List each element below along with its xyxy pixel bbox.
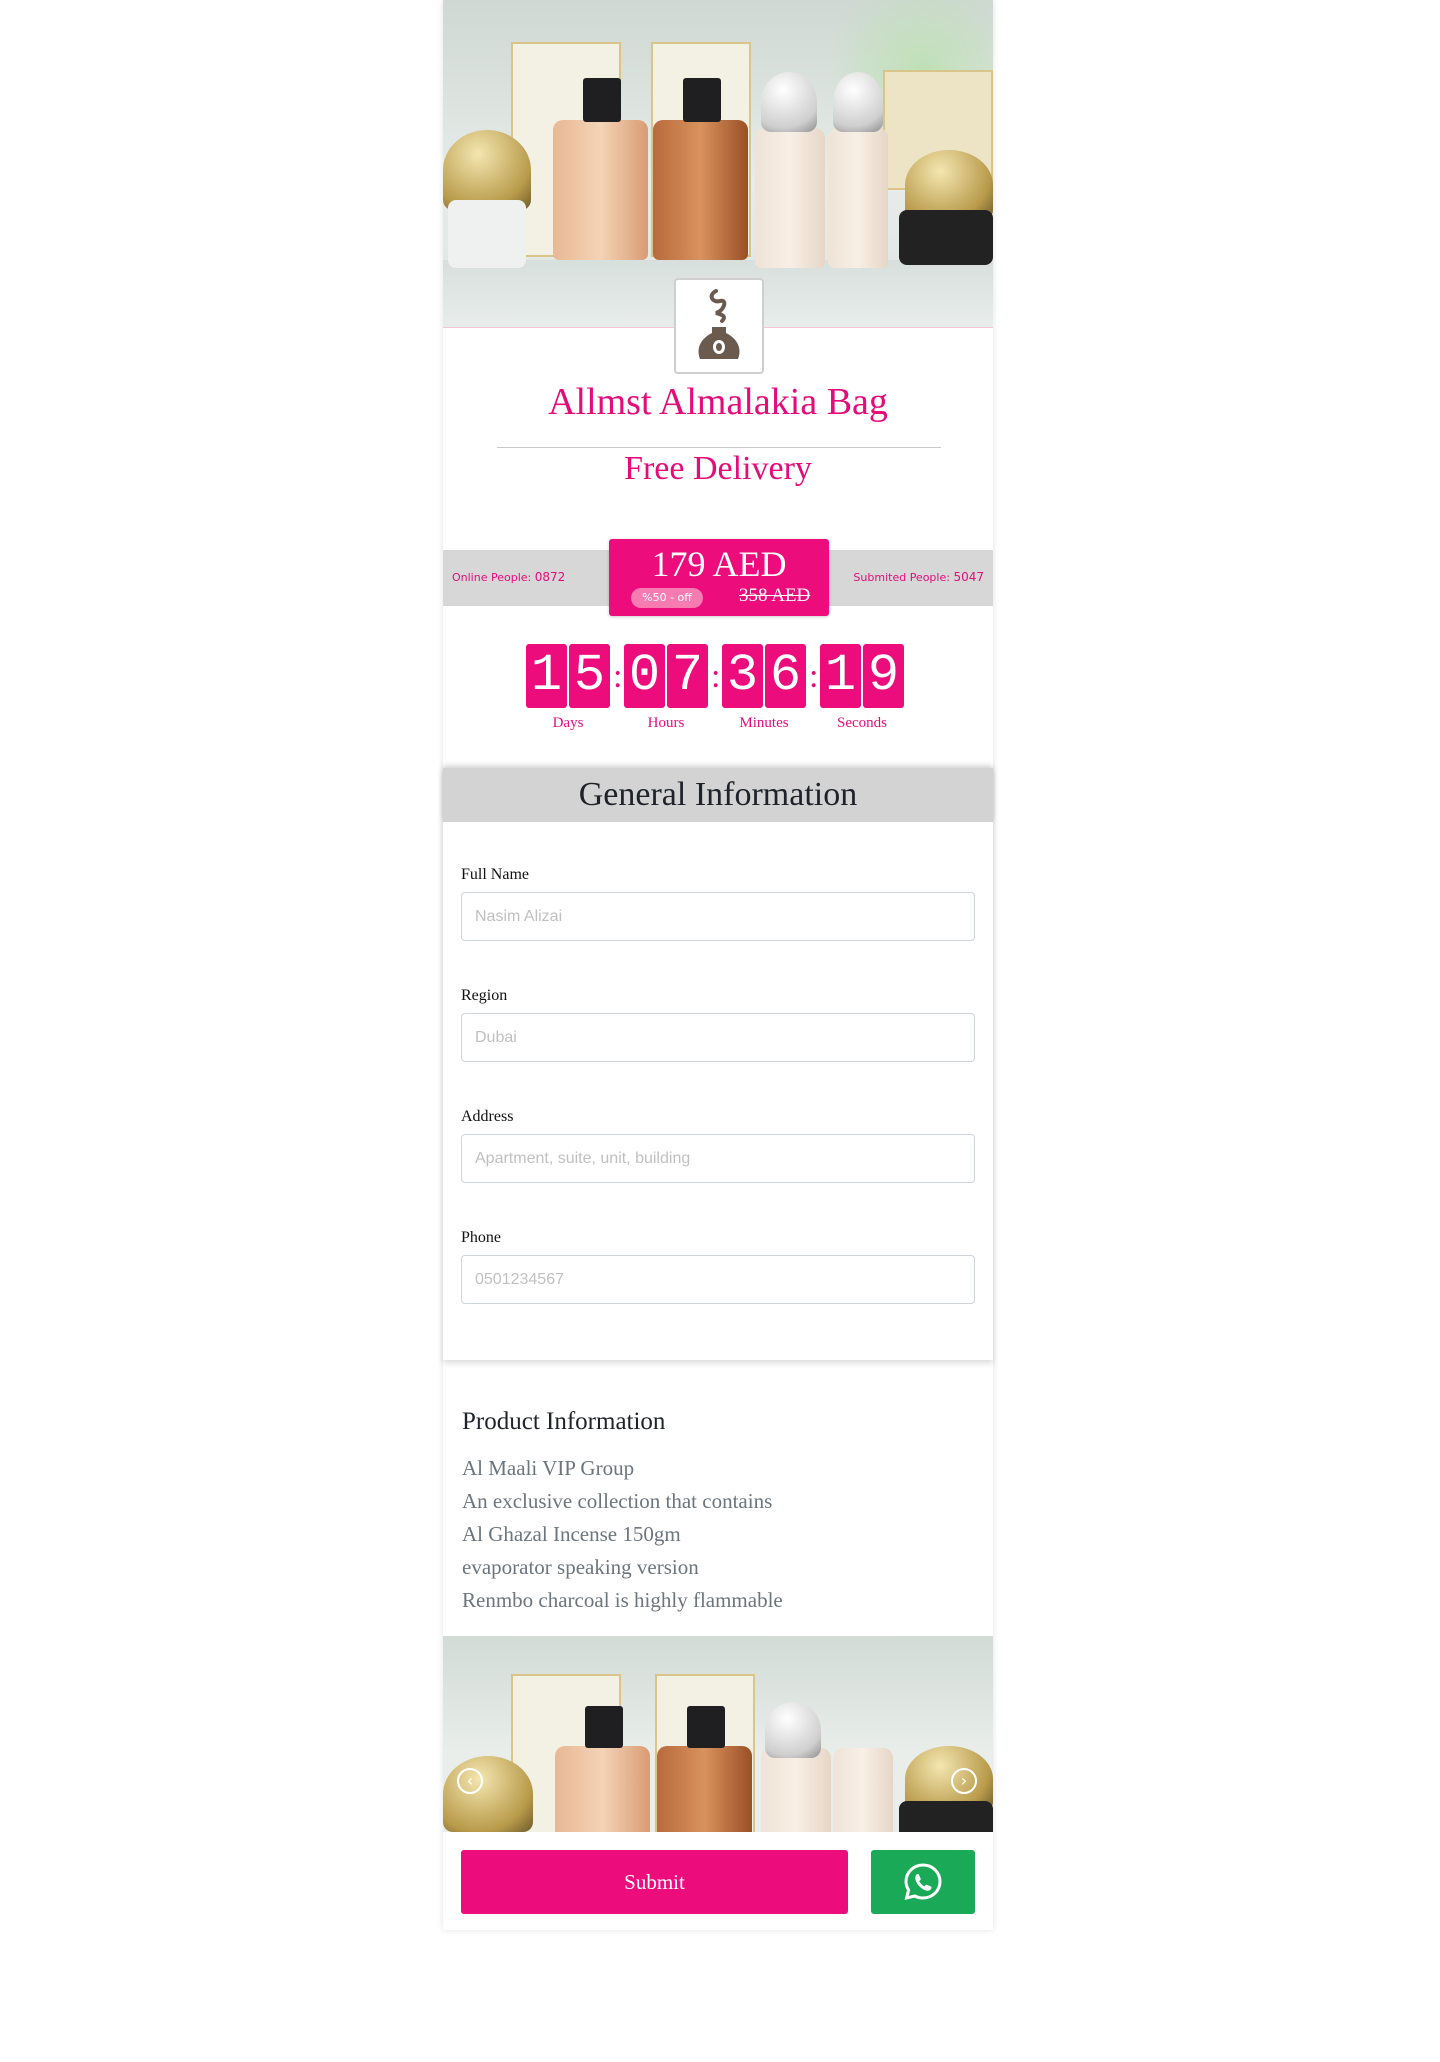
countdown-timer: 1 5 Days : 0 7 Hours : 3 6 Minutes : 1 9: [526, 644, 926, 744]
digit: 1: [820, 644, 861, 708]
digit: 7: [667, 644, 708, 708]
countdown-seconds: 1 9 Seconds: [820, 644, 904, 732]
full-name-input[interactable]: Nasim Alizai: [461, 892, 975, 941]
price-box: 179 AED %50 - off 358 AED: [609, 539, 829, 616]
list-item: Al Maali VIP Group: [462, 1456, 635, 1480]
countdown-hours: 0 7 Hours: [624, 644, 708, 732]
title-divider: [497, 447, 941, 448]
digit: 5: [569, 644, 610, 708]
address-label: Address: [461, 1108, 514, 1125]
countdown-minutes: 3 6 Minutes: [722, 644, 806, 732]
countdown-label: Hours: [647, 715, 685, 731]
digit: 3: [722, 644, 763, 708]
submit-button[interactable]: Submit: [461, 1850, 848, 1914]
product-title: Allmst Almalakia Bag: [548, 381, 888, 423]
list-item: An exclusive collection that contains: [462, 1489, 773, 1513]
address-input[interactable]: Apartment, suite, unit, building: [461, 1134, 975, 1183]
form-heading: General Information: [443, 768, 993, 822]
phone-label: Phone: [461, 1229, 501, 1246]
full-name-label: Full Name: [461, 866, 529, 883]
countdown-label: Minutes: [739, 715, 789, 731]
submitted-people: Submited People: 5047: [853, 570, 984, 584]
countdown-separator: :: [809, 658, 819, 695]
product-info-list: Al Maali VIP Group An exclusive collecti…: [462, 1452, 783, 1617]
brand-logo: [674, 278, 764, 374]
carousel-prev[interactable]: ‹: [457, 1768, 483, 1794]
action-bar: Submit: [443, 1832, 993, 1930]
whatsapp-button[interactable]: [871, 1850, 975, 1914]
digit: 6: [765, 644, 806, 708]
region-label: Region: [461, 987, 508, 1004]
whatsapp-icon: [904, 1863, 942, 1901]
digit: 9: [863, 644, 904, 708]
order-form: General Information Full Name Nasim Aliz…: [443, 768, 993, 1360]
delivery-text: Free Delivery: [624, 450, 812, 487]
phone-input[interactable]: 0501234567: [461, 1255, 975, 1304]
current-price: 179 AED: [651, 544, 787, 584]
old-price: 358 AED: [739, 585, 811, 606]
product-card: Allmst Almalakia Bag Free Delivery Onlin…: [443, 0, 993, 1930]
discount-badge: %50 - off: [631, 588, 703, 608]
chevron-right-icon: ›: [960, 1771, 968, 1790]
product-info-heading: Product Information: [462, 1408, 666, 1435]
list-item: Renmbo charcoal is highly flammable: [462, 1588, 783, 1612]
online-people: Online People: 0872: [452, 570, 566, 584]
list-item: evaporator speaking version: [462, 1555, 699, 1579]
product-carousel: ‹ ›: [443, 1636, 993, 1832]
digit: 1: [526, 644, 567, 708]
countdown-separator: :: [613, 658, 623, 695]
list-item: Al Ghazal Incense 150gm: [462, 1522, 681, 1546]
chevron-left-icon: ‹: [466, 1771, 474, 1790]
countdown-days: 1 5 Days: [526, 644, 610, 732]
countdown-label: Days: [552, 715, 584, 731]
digit: 0: [624, 644, 665, 708]
region-input[interactable]: Dubai: [461, 1013, 975, 1062]
carousel-next[interactable]: ›: [951, 1768, 977, 1794]
incense-burner-icon: [698, 289, 740, 359]
countdown-label: Seconds: [837, 715, 887, 731]
countdown-separator: :: [711, 658, 721, 695]
